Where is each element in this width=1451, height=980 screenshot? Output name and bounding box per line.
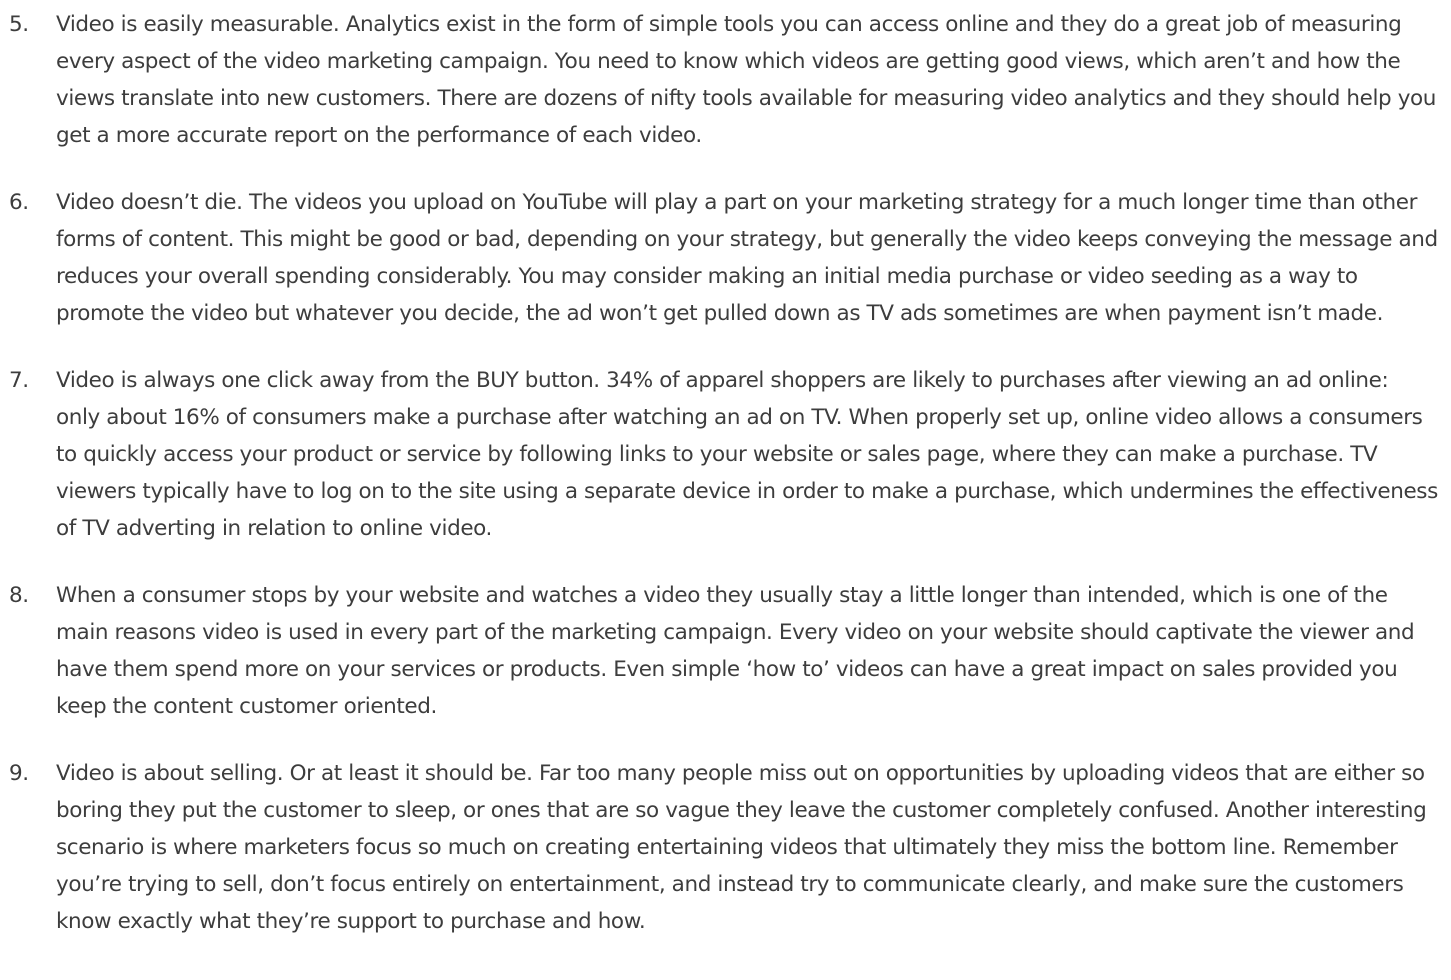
- list-item: 9. Video is about selling. Or at least i…: [0, 755, 1451, 940]
- list-item-number: 8.: [9, 583, 29, 608]
- list-item-number: 9.: [9, 761, 29, 786]
- list-item-text: Video is always one click away from the …: [56, 368, 1438, 541]
- list-item: 8. When a consumer stops by your website…: [0, 577, 1451, 725]
- list-item-text: Video is about selling. Or at least it s…: [56, 761, 1427, 934]
- list-item-number: 7.: [9, 368, 29, 393]
- list-item-text: Video doesn’t die. The videos you upload…: [56, 190, 1438, 326]
- list-item-number: 5.: [9, 12, 29, 37]
- list-item: 7. Video is always one click away from t…: [0, 362, 1451, 547]
- list-item: 5. Video is easily measurable. Analytics…: [0, 6, 1451, 154]
- list-item-text: When a consumer stops by your website an…: [56, 583, 1415, 719]
- list-item: 6. Video doesn’t die. The videos you upl…: [0, 184, 1451, 332]
- list-item-number: 6.: [9, 190, 29, 215]
- list-item-text: Video is easily measurable. Analytics ex…: [56, 12, 1437, 148]
- article-numbered-list: 5. Video is easily measurable. Analytics…: [0, 6, 1451, 970]
